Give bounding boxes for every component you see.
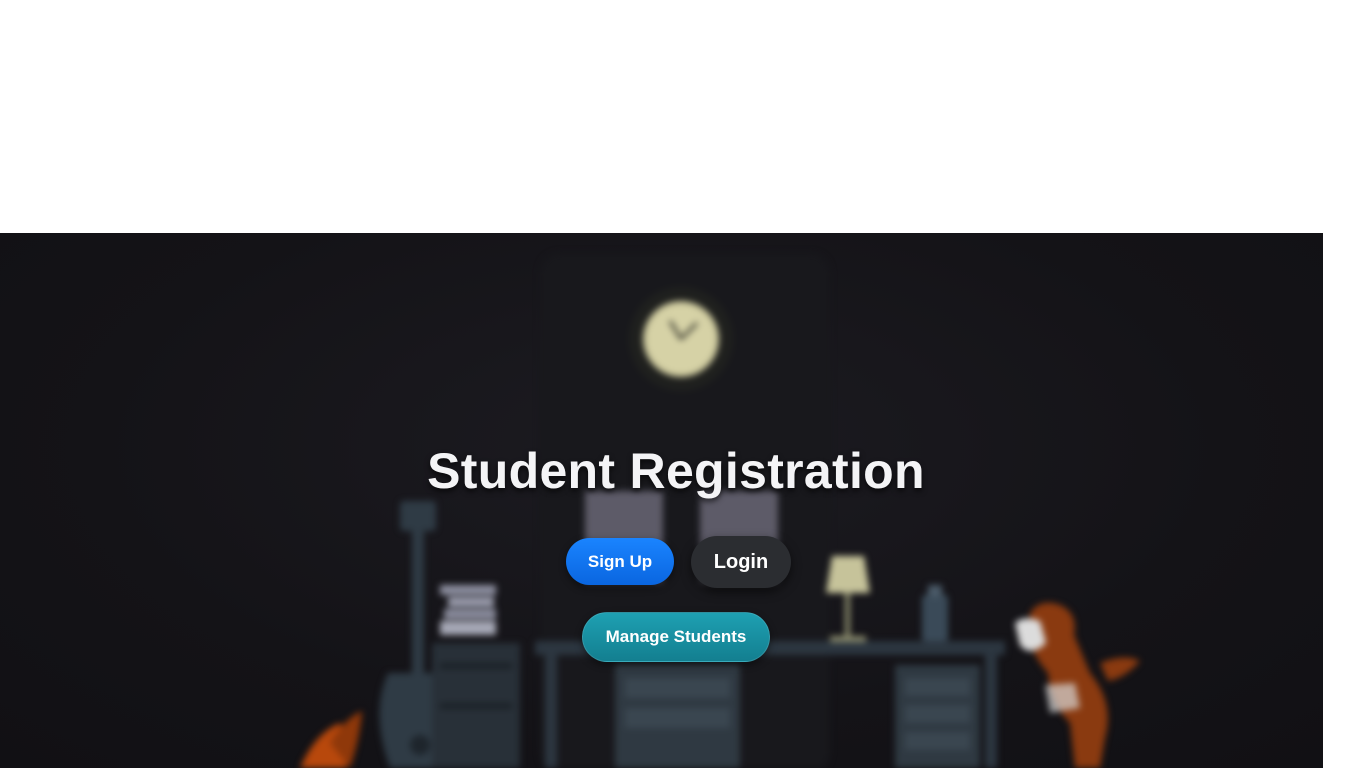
hero-section: Student Registration Sign Up Login Manag… [0, 233, 1323, 768]
top-blank-area [0, 0, 1366, 233]
wall-clock-icon [629, 287, 733, 391]
desk-lamp-icon [826, 556, 870, 642]
login-button[interactable]: Login [691, 536, 791, 588]
manage-students-button[interactable]: Manage Students [582, 612, 770, 662]
bookshelf-icon [432, 585, 520, 768]
page-title: Student Registration [427, 443, 925, 499]
dog-icon [1015, 602, 1140, 768]
plant-icon [300, 711, 362, 768]
cabinet-icon [895, 665, 980, 768]
background-scene [0, 233, 1323, 768]
sign-up-button[interactable]: Sign Up [566, 538, 674, 585]
room-illustration [300, 253, 1140, 768]
